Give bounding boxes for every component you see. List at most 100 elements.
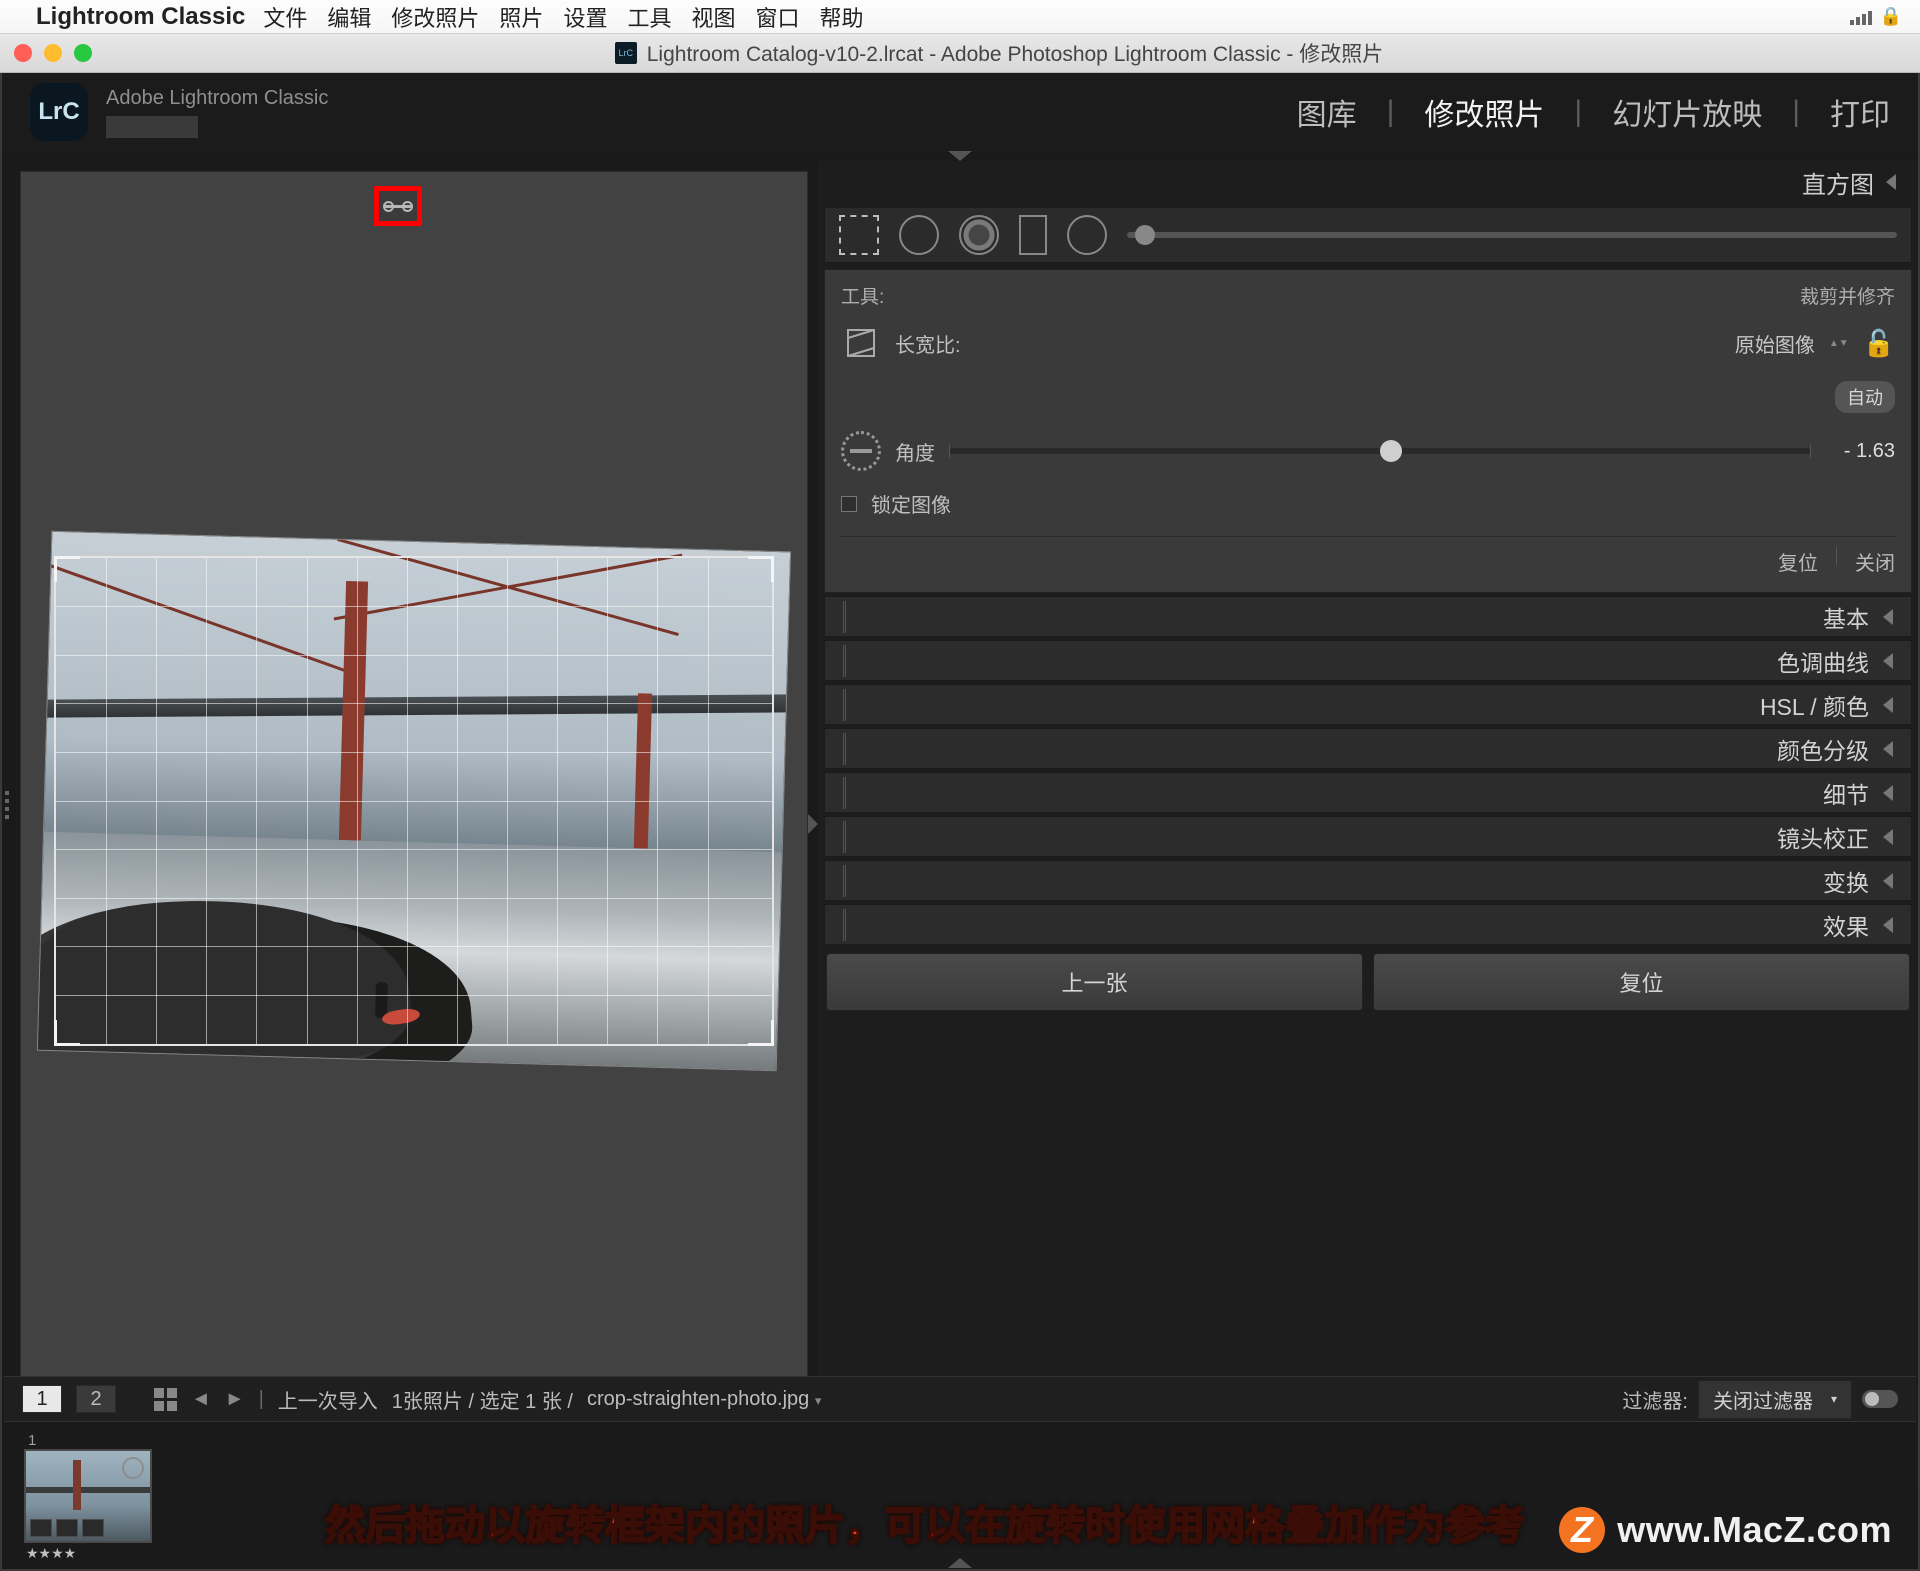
identity-plate[interactable] [106,116,198,138]
minimize-window-icon[interactable] [44,44,62,62]
panel-histogram-header[interactable]: 直方图 [818,161,1918,203]
filter-switch[interactable] [1862,1390,1898,1408]
menu-help[interactable]: 帮助 [820,1,864,33]
traffic-lights[interactable] [14,44,92,62]
radial-filter-icon[interactable] [1067,215,1107,255]
collapse-left-panel-icon[interactable] [5,791,9,819]
thumb-rating[interactable]: ★★★★ [24,1543,154,1564]
thumb-image[interactable] [24,1449,152,1543]
angle-value[interactable]: - 1.63 [1825,440,1895,463]
filmstrip-toolbar: 1 2 ◄ ► | 上一次导入 1张照片 / 选定 1 张 / crop-str… [4,1376,1916,1422]
module-picker: 图库 | 修改照片 | 幻灯片放映 | 打印 [1297,90,1890,134]
crop-reset-button[interactable]: 复位 [1778,547,1818,576]
menu-edit[interactable]: 编辑 [327,1,371,33]
panel-basic[interactable]: 基本 [824,596,1912,637]
aspect-updown-icon[interactable]: ▲▼ [1829,339,1849,348]
filename-label[interactable]: crop-straighten-photo.jpg ▾ [587,1388,821,1411]
aspect-label: 长宽比: [895,329,961,358]
nav-next-icon[interactable]: ► [225,1388,245,1411]
filmstrip[interactable]: 1 ★★★★ 然后拖动以旋转框架内的照片，可以在旋转时使用网格叠加作为参考 Zw… [4,1422,1916,1567]
crop-panel: 工具: 裁剪并修齐 长宽比: 原始图像 ▲▼ 🔓 自动 [824,269,1912,593]
close-window-icon[interactable] [14,44,32,62]
chevron-left-icon [1883,697,1893,713]
lrc-badge-icon: LrC [615,42,637,64]
app-name[interactable]: Lightroom Classic [36,3,245,31]
aspect-dropdown[interactable]: 原始图像 [1735,329,1815,358]
lock-icon[interactable]: 🔓 [1863,328,1895,359]
histogram-label: 直方图 [1802,165,1874,200]
left-column: 工具叠加: 总是 ▾ 完成 [2,161,808,1487]
grad-filter-icon[interactable] [1019,215,1047,255]
chevron-left-icon [1883,917,1893,933]
source-label[interactable]: 上一次导入 [278,1385,378,1414]
chevron-left-icon [1883,785,1893,801]
thumbnail[interactable]: 1 ★★★★ [24,1432,154,1564]
quick-collection-icon[interactable] [122,1457,144,1479]
menu-photo[interactable]: 照片 [499,1,543,33]
menu-file[interactable]: 文件 [263,1,307,33]
primary-display-button[interactable]: 1 [22,1385,62,1413]
module-develop[interactable]: 修改照片 [1424,90,1544,134]
app-logo-icon: LrC [30,83,88,141]
zoom-window-icon[interactable] [74,44,92,62]
angle-icon[interactable] [841,431,881,471]
menu-view[interactable]: 视图 [691,1,735,33]
reset-all-button[interactable]: 复位 [1373,953,1910,1011]
spot-removal-icon[interactable] [899,215,939,255]
watermark: Zwww.MacZ.com [1559,1507,1892,1553]
menu-tools[interactable]: 工具 [627,1,671,33]
collapse-right-panel-icon[interactable] [808,161,818,1487]
lock-icon: 🔒 [1880,6,1902,27]
angle-slider-knob[interactable] [1380,440,1402,462]
panel-hsl[interactable]: HSL / 颜色 [824,684,1912,725]
collapse-filmstrip-icon[interactable] [948,1558,972,1568]
menu-settings[interactable]: 设置 [563,1,607,33]
lock-image-checkbox[interactable] [841,496,857,512]
level-icon [385,205,411,208]
lr-header: LrC Adobe Lightroom Classic 图库 | 修改照片 | … [2,73,1918,151]
grid-view-icon[interactable] [154,1388,177,1411]
panel-transform[interactable]: 变换 [824,860,1912,901]
panel-color-grading[interactable]: 颜色分级 [824,728,1912,769]
crop-tool-icon[interactable] [839,215,879,255]
tutorial-caption: 然后拖动以旋转框架内的照片，可以在旋转时使用网格叠加作为参考 [164,1493,1686,1551]
angle-slider[interactable] [949,448,1811,454]
straighten-tool-highlight[interactable] [374,186,422,226]
angle-label: 角度 [895,437,935,466]
right-bottom-actions: 上一张 复位 [818,945,1918,1011]
module-slideshow[interactable]: 幻灯片放映 [1612,90,1762,134]
tool-section-label: 工具: [841,282,884,309]
mac-menubar: Lightroom Classic 文件 编辑 修改照片 照片 设置 工具 视图… [0,0,1920,34]
nav-prev-icon[interactable]: ◄ [191,1388,211,1411]
menu-window[interactable]: 窗口 [755,1,799,33]
prev-photo-button[interactable]: 上一张 [826,953,1363,1011]
brush-tool-slider[interactable] [1127,232,1897,238]
content-row: 工具叠加: 总是 ▾ 完成 直方图 [2,161,1918,1487]
develop-toolstrip [824,207,1912,263]
panel-detail[interactable]: 细节 [824,772,1912,813]
crop-badge-icon [30,1519,52,1537]
panel-effects[interactable]: 效果 [824,904,1912,945]
module-library[interactable]: 图库 [1297,90,1357,134]
auto-angle-button[interactable]: 自动 [1835,381,1895,413]
canvas[interactable] [20,171,808,1430]
metadata-badge-icon [82,1519,104,1537]
lock-image-label: 锁定图像 [871,489,951,518]
aspect-icon[interactable] [841,323,881,363]
chevron-left-icon [1883,609,1893,625]
cellular-icon [1850,9,1872,25]
chevron-left-icon [1886,174,1896,190]
filter-label: 过滤器: [1622,1385,1688,1414]
panel-lens[interactable]: 镜头校正 [824,816,1912,857]
module-print[interactable]: 打印 [1830,90,1890,134]
watermark-icon: Z [1559,1507,1605,1553]
secondary-display-button[interactable]: 2 [76,1385,116,1413]
menu-develop[interactable]: 修改照片 [391,1,479,33]
crop-close-button[interactable]: 关闭 [1855,547,1895,576]
collapse-top-panel-icon[interactable] [2,151,1918,161]
panel-tone-curve[interactable]: 色调曲线 [824,640,1912,681]
redeye-tool-icon[interactable] [959,215,999,255]
photo-preview[interactable] [37,530,791,1070]
filter-dropdown[interactable]: 关闭过滤器▾ [1698,1380,1852,1419]
thumb-index: 1 [24,1432,154,1449]
